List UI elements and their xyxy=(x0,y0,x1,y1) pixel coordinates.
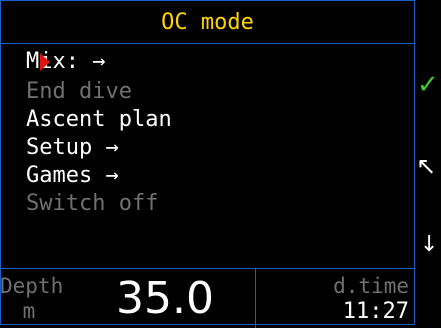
menu-item-games[interactable]: Games → xyxy=(26,162,119,190)
down-arrow-icon[interactable]: ↓ xyxy=(420,232,438,257)
selection-cursor-icon xyxy=(40,53,50,71)
menu-item-switch-off: Switch off xyxy=(26,190,158,218)
depth-label: Depth xyxy=(0,274,64,298)
dive-time-label: d.time xyxy=(333,274,409,298)
menu-item-label: Setup → xyxy=(26,135,119,160)
dive-time-value: 11:27 xyxy=(342,299,409,324)
status-bar: Depth m 35.0 d.time 11:27 xyxy=(0,268,415,328)
depth-unit: m xyxy=(22,299,36,323)
menu-item-label: Switch off xyxy=(26,191,159,216)
menu-item-end-dive: End dive xyxy=(26,78,132,106)
menu-item-label: Ascent plan xyxy=(26,107,172,132)
title-bar: OC mode xyxy=(0,0,415,44)
check-icon[interactable]: ✓ xyxy=(417,70,439,100)
menu-item-mix[interactable]: Mix: → xyxy=(26,48,105,76)
menu-item-setup[interactable]: Setup → xyxy=(26,134,119,162)
menu-item-label: Games → xyxy=(26,163,119,188)
main-menu: Mix: → End dive Ascent plan Setup → Game… xyxy=(0,48,410,268)
depth-value: 35.0 xyxy=(116,273,214,324)
menu-item-label: Mix: → xyxy=(26,49,106,74)
status-divider xyxy=(255,269,256,328)
nw-arrow-icon[interactable]: ↖ xyxy=(416,152,436,180)
dive-computer-screen: OC mode Mix: → End dive Ascent plan Setu… xyxy=(0,0,441,328)
menu-item-label: End dive xyxy=(26,79,132,104)
page-title: OC mode xyxy=(161,10,254,35)
menu-item-ascent-plan[interactable]: Ascent plan xyxy=(26,106,172,134)
